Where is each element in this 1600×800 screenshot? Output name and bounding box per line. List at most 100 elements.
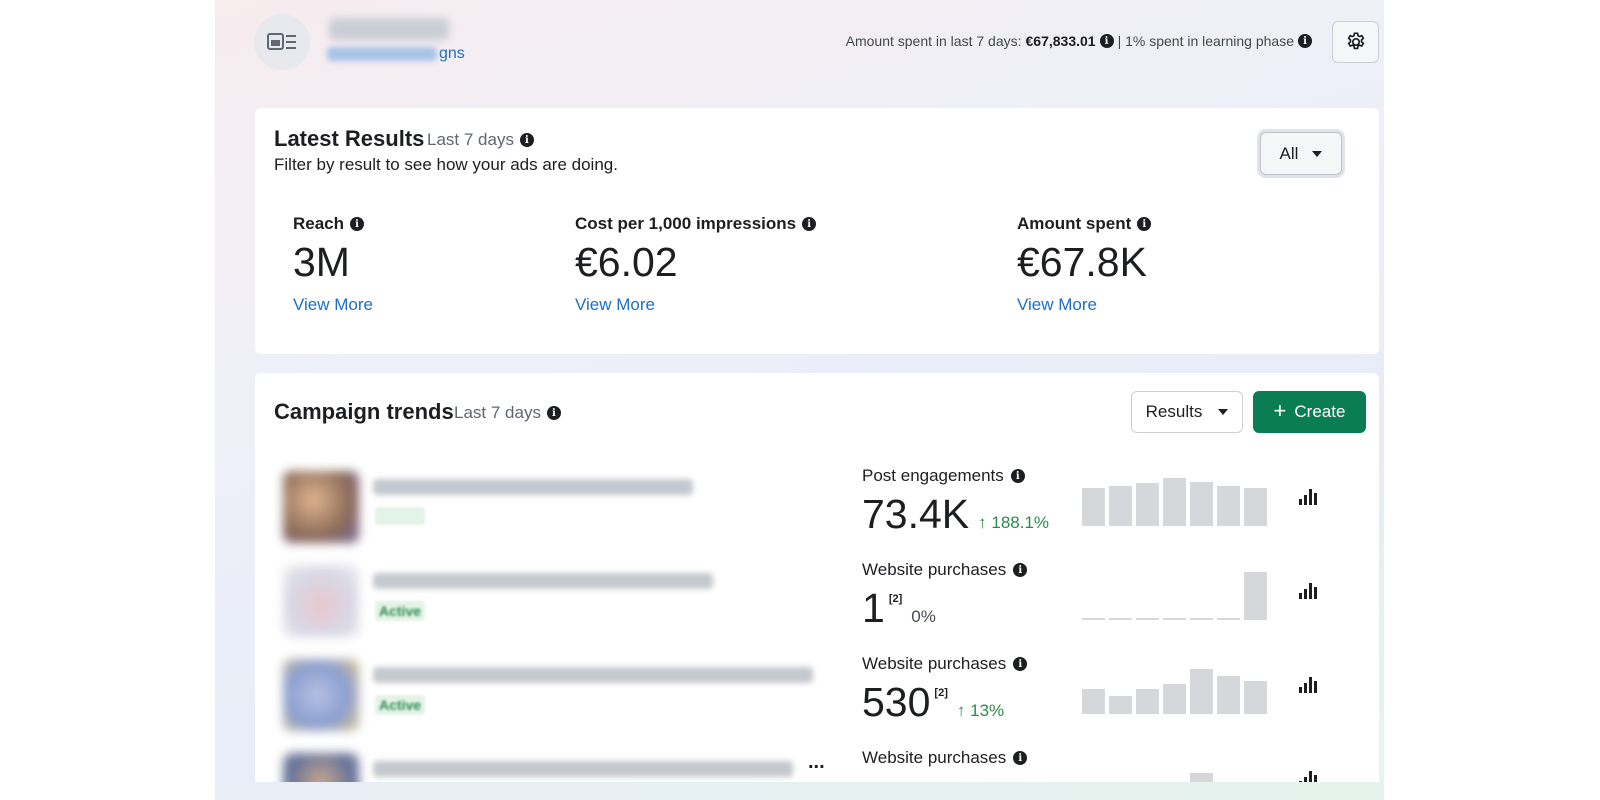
campaign-name-redacted xyxy=(373,573,713,589)
sparkline-bar xyxy=(1109,696,1132,714)
latest-results-period: Last 7 days i xyxy=(427,130,534,150)
campaign-row[interactable]: Active Website purchases i 530 [2] ↑ 13% xyxy=(255,649,1379,743)
view-more-link[interactable]: View More xyxy=(293,295,373,315)
spend-summary: Amount spent in last 7 days: €67,833.01 … xyxy=(846,33,1312,49)
sparkline-bar xyxy=(1109,486,1132,526)
info-icon[interactable]: i xyxy=(519,133,534,147)
latest-results-card: Latest Results Last 7 days i Filter by r… xyxy=(255,108,1379,354)
result-footnote: [2] xyxy=(934,687,948,699)
result-label: Website purchases i xyxy=(862,654,1028,674)
result-label: Website purchases i xyxy=(862,560,1028,580)
info-icon[interactable]: i xyxy=(350,217,365,231)
plus-icon: + xyxy=(1273,398,1287,423)
campaign-row[interactable]: Post engagements i 73.4K ↑ 188.1% xyxy=(255,461,1379,555)
results-dropdown-value: Results xyxy=(1145,402,1203,421)
ad-account-icon xyxy=(267,33,296,50)
ad-account-avatar[interactable] xyxy=(254,14,310,70)
campaign-status-badge: Active xyxy=(375,601,426,621)
sparkline-bar xyxy=(1190,482,1213,526)
sparkline-bar xyxy=(1244,681,1267,714)
bar-chart-icon[interactable] xyxy=(1299,489,1317,505)
info-icon[interactable]: i xyxy=(1013,751,1028,765)
info-icon[interactable]: i xyxy=(546,406,561,420)
result-value: 1 [2] 0% xyxy=(862,585,936,632)
metric-value: €6.02 xyxy=(575,239,678,285)
result-label-text: Website purchases xyxy=(862,654,1007,673)
sparkline-bar xyxy=(1163,684,1186,714)
info-icon[interactable]: i xyxy=(1010,469,1025,483)
info-icon[interactable]: i xyxy=(802,217,817,231)
sparkline-bar xyxy=(1163,618,1186,620)
sparkline-bar xyxy=(1163,478,1186,526)
info-icon[interactable]: i xyxy=(1013,657,1028,671)
campaign-name-redacted xyxy=(373,667,813,683)
page-margin-right xyxy=(1384,0,1600,800)
result-change: ↑ 188.1% xyxy=(978,513,1049,533)
sparkline-bar xyxy=(1217,618,1240,620)
sparkline-bar xyxy=(1190,669,1213,714)
sparkline-bar xyxy=(1244,572,1267,620)
period-label: Last 7 days xyxy=(427,130,514,149)
result-label-text: Website purchases xyxy=(862,748,1007,767)
result-change-text: 13% xyxy=(970,701,1005,720)
campaign-name-redacted xyxy=(373,479,693,495)
metric-label-text: Amount spent xyxy=(1017,214,1132,233)
active-campaigns-link-text: gns xyxy=(439,45,465,62)
metric-reach: Reach i 3M View More xyxy=(293,214,373,315)
latest-results-description: Filter by result to see how your ads are… xyxy=(274,155,618,174)
view-more-link[interactable]: View More xyxy=(1017,295,1151,315)
sparkline-bar xyxy=(1109,618,1132,620)
view-more-link[interactable]: View More xyxy=(575,295,816,315)
sparkline-bar xyxy=(1217,486,1240,526)
campaign-trends-card: Campaign trends Last 7 days i Results + … xyxy=(255,373,1379,800)
settings-button[interactable] xyxy=(1332,21,1379,63)
result-label: Website purchases i xyxy=(862,748,1028,768)
bar-chart-icon[interactable] xyxy=(1299,677,1317,693)
result-number: 1 xyxy=(862,585,885,631)
result-label: Post engagements i xyxy=(862,466,1025,486)
info-icon[interactable]: i xyxy=(1298,34,1312,48)
page-margin-left xyxy=(0,0,215,800)
result-change: 0% xyxy=(911,607,936,626)
bar-chart-icon[interactable] xyxy=(1299,583,1317,599)
trend-sparkline xyxy=(1082,570,1272,620)
metric-amount-spent: Amount spent i €67.8K View More xyxy=(1017,214,1152,315)
sparkline-bar xyxy=(1244,488,1267,526)
caret-down-icon xyxy=(1218,409,1229,415)
metric-label: Reach i xyxy=(293,214,373,234)
results-dropdown[interactable]: Results xyxy=(1131,391,1243,433)
campaign-name-redacted xyxy=(373,761,793,777)
period-label: Last 7 days xyxy=(454,403,541,422)
metric-label: Amount spent i xyxy=(1017,214,1152,234)
campaign-row[interactable]: Active Website purchases i 1 [2] 0% xyxy=(255,555,1379,649)
metric-label-text: Cost per 1,000 impressions xyxy=(575,214,797,233)
sparkline-bar xyxy=(1082,488,1105,526)
trend-sparkline xyxy=(1082,476,1272,526)
truncation-ellipsis: ... xyxy=(808,751,825,773)
spent-label: Amount spent in last 7 days: xyxy=(845,33,1022,49)
redacted-text xyxy=(327,46,437,61)
result-label-text: Post engagements xyxy=(862,466,1004,485)
info-icon[interactable]: i xyxy=(1137,217,1152,231)
sparkline-bar xyxy=(1136,689,1159,714)
learning-phase-text: | 1% spent in learning phase xyxy=(1117,33,1294,49)
gear-icon xyxy=(1347,32,1364,50)
info-icon[interactable]: i xyxy=(1013,563,1028,577)
result-number: 73.4K xyxy=(862,491,970,537)
result-filter-dropdown[interactable]: All xyxy=(1260,132,1342,175)
result-label-text: Website purchases xyxy=(862,560,1007,579)
create-button-label: Create xyxy=(1294,402,1346,421)
caret-down-icon xyxy=(1312,150,1323,157)
account-name-redacted xyxy=(329,18,449,40)
campaign-thumbnail xyxy=(283,471,359,543)
metric-label: Cost per 1,000 impressions i xyxy=(575,214,817,234)
campaign-thumbnail xyxy=(283,565,359,637)
result-change-text: 188.1% xyxy=(991,513,1050,532)
metric-value: 3M xyxy=(293,239,350,285)
result-number: 530 xyxy=(862,679,931,725)
info-icon[interactable]: i xyxy=(1099,34,1114,48)
active-campaigns-link[interactable]: gns xyxy=(327,45,465,63)
sparkline-bar xyxy=(1136,483,1159,526)
create-button[interactable]: + Create xyxy=(1253,391,1366,433)
arrow-up-icon: ↑ xyxy=(978,513,992,532)
